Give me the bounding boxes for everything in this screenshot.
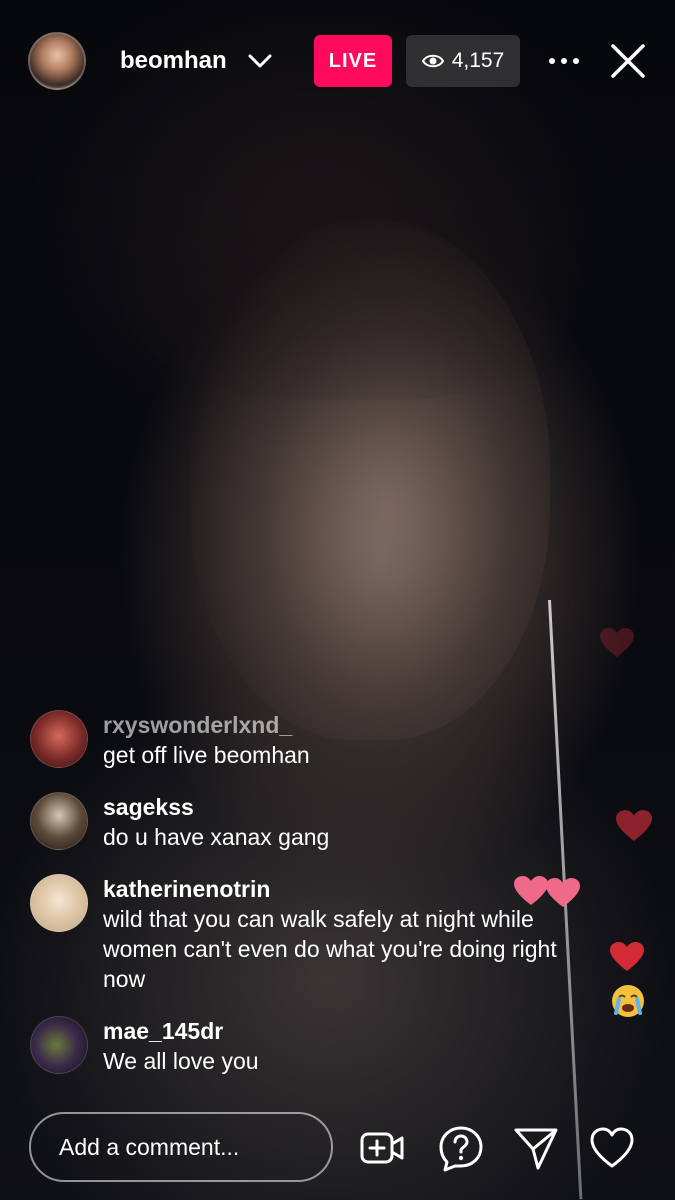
comment-item[interactable]: mae_145dr We all love you	[30, 1016, 590, 1076]
viewer-count: 4,157	[451, 49, 505, 72]
live-video-stage: beomhan LIVE 4,157 rxyswonderlxnd_ get o…	[0, 0, 675, 1200]
live-header: beomhan LIVE 4,157	[28, 32, 651, 90]
commenter-avatar[interactable]	[30, 792, 88, 850]
commenter-username[interactable]: mae_145dr	[103, 1016, 259, 1046]
heart-icon	[616, 810, 652, 841]
commenter-avatar[interactable]	[30, 874, 88, 932]
comment-text: do u have xanax gang	[103, 824, 330, 850]
heart-outline-icon[interactable]	[588, 1124, 636, 1172]
viewer-count-badge[interactable]: 4,157	[406, 35, 520, 87]
heart-icon	[546, 878, 580, 907]
comment-input[interactable]: Add a comment...	[29, 1112, 333, 1182]
crying-face-icon	[612, 985, 644, 1017]
eye-icon	[421, 54, 444, 68]
comment-item[interactable]: rxyswonderlxnd_ get off live beomhan	[30, 710, 590, 770]
comment-list: rxyswonderlxnd_ get off live beomhan sag…	[30, 710, 590, 1098]
commenter-username[interactable]: sagekss	[103, 792, 329, 822]
comment-text: get off live beomhan	[103, 742, 310, 768]
live-badge: LIVE	[314, 35, 392, 87]
commenter-username[interactable]: katherinenotrin	[103, 874, 583, 904]
host-avatar[interactable]	[28, 32, 86, 90]
heart-icon	[600, 628, 634, 657]
host-username[interactable]: beomhan	[120, 47, 242, 75]
heart-icon	[514, 876, 548, 905]
close-icon[interactable]	[606, 39, 650, 83]
chevron-down-icon[interactable]	[246, 47, 274, 75]
add-video-icon[interactable]	[358, 1124, 406, 1172]
heart-icon	[610, 942, 644, 971]
more-icon	[549, 58, 579, 64]
question-icon[interactable]	[437, 1124, 485, 1172]
comment-placeholder: Add a comment...	[59, 1133, 240, 1160]
comment-item[interactable]: katherinenotrin wild that you can walk s…	[30, 874, 590, 994]
share-icon[interactable]	[512, 1124, 560, 1172]
video-face	[190, 220, 550, 740]
commenter-avatar[interactable]	[30, 710, 88, 768]
commenter-username[interactable]: rxyswonderlxnd_	[103, 710, 310, 740]
comment-text: We all love you	[103, 1048, 259, 1074]
comment-item[interactable]: sagekss do u have xanax gang	[30, 792, 590, 852]
comment-text: wild that you can walk safely at night w…	[103, 906, 557, 992]
commenter-avatar[interactable]	[30, 1016, 88, 1074]
more-options-button[interactable]	[544, 41, 584, 81]
